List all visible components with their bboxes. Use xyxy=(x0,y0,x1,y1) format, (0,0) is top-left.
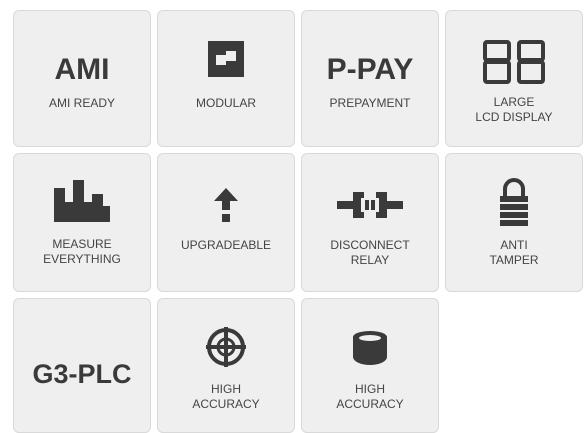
lcd-display-icon xyxy=(483,40,545,84)
modular-icon xyxy=(208,41,244,77)
ami-logo-text: AMI xyxy=(54,53,110,86)
feature-tile-accuracy-1: HIGH ACCURACY xyxy=(157,298,295,433)
feature-tile-tamper: ANTI TAMPER xyxy=(445,153,583,292)
tile-caption: HIGH ACCURACY xyxy=(336,382,404,411)
feature-tile-measure: MEASURE EVERYTHING xyxy=(13,153,151,292)
tile-caption: MEASURE EVERYTHING xyxy=(43,237,121,266)
feature-tile-prepayment: P-PAY PREPAYMENT xyxy=(301,10,439,147)
tile-caption: MODULAR xyxy=(195,96,256,110)
tile-caption: LARGE LCD DISPLAY xyxy=(475,95,553,124)
p-pay-logo-text: P-PAY xyxy=(326,53,414,86)
feature-tile-ami: AMI AMI READY xyxy=(13,10,151,147)
feature-tile-modular: MODULAR xyxy=(157,10,295,147)
tile-caption: DISCONNECT RELAY xyxy=(330,238,410,267)
tile-caption: AMI READY xyxy=(48,96,115,110)
crosshair-icon xyxy=(206,327,246,367)
arrow-up-icon xyxy=(214,188,238,222)
bar-chart-icon xyxy=(54,180,110,222)
disconnect-plug-icon xyxy=(337,192,403,218)
feature-tile-g3-plc: G3-PLC xyxy=(13,298,151,433)
tile-caption: HIGH ACCURACY xyxy=(192,382,260,411)
padlock-icon xyxy=(500,178,528,226)
feature-tile-upgradeable: UPGRADEABLE xyxy=(157,153,295,292)
feature-tile-accuracy-2: HIGH ACCURACY xyxy=(301,298,439,433)
feature-tile-disconnect: DISCONNECT RELAY xyxy=(301,153,439,292)
feature-tile-lcd: LARGE LCD DISPLAY xyxy=(445,10,583,147)
tile-caption: PREPAYMENT xyxy=(329,96,411,110)
tile-caption: ANTI TAMPER xyxy=(489,238,539,267)
g3-plc-logo-text: G3-PLC xyxy=(32,359,132,389)
database-icon xyxy=(353,331,387,365)
tile-caption: UPGRADEABLE xyxy=(180,238,272,252)
